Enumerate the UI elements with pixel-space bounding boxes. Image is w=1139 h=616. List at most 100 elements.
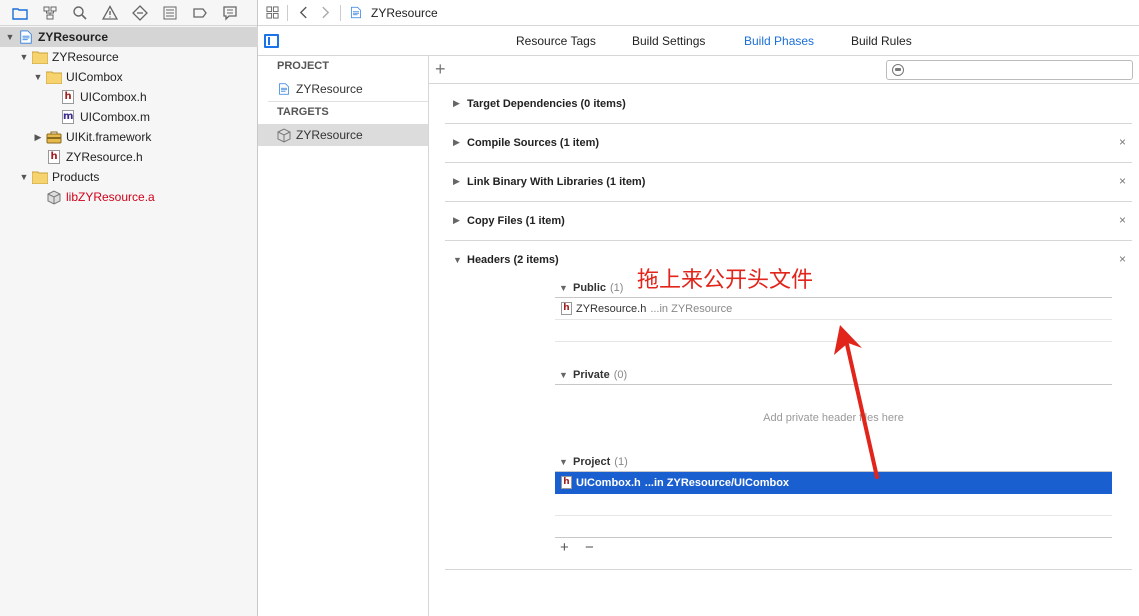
phase-title: Target Dependencies (0 items) (467, 97, 626, 110)
folder-icon[interactable] (6, 2, 33, 24)
navigator-toolbar (0, 0, 257, 26)
tab-build-rules[interactable]: Build Rules (851, 34, 912, 48)
tab-build-settings[interactable]: Build Settings (632, 34, 705, 48)
tree-item-label: ZYResource.h (66, 150, 143, 164)
delete-phase-icon[interactable]: × (1119, 213, 1126, 227)
disclosure-expanded-icon[interactable]: ▼ (559, 370, 573, 380)
disclosure-expanded-icon[interactable]: ▼ (4, 31, 16, 43)
forward-chevron-icon[interactable] (314, 2, 336, 24)
delete-phase-icon[interactable]: × (1119, 252, 1126, 266)
library-target-icon (276, 127, 292, 143)
disclosure-collapsed-icon[interactable]: ▶ (453, 215, 467, 226)
phase-title: Headers (2 items) (467, 253, 559, 266)
phase-header[interactable]: ▶ Link Binary With Libraries (1 item) × (445, 162, 1132, 201)
warning-icon[interactable] (96, 2, 123, 24)
disclosure-expanded-icon[interactable]: ▼ (453, 255, 467, 265)
tree-item-label: Products (52, 170, 100, 184)
empty-row (555, 342, 1112, 364)
phase-header[interactable]: ▶ Target Dependencies (0 items) (445, 84, 1132, 123)
header-file-icon: h (46, 149, 62, 165)
tab-build-phases[interactable]: Build Phases (744, 34, 814, 48)
disclosure-expanded-icon[interactable]: ▼ (18, 51, 30, 63)
show-targets-toggle-icon[interactable] (264, 34, 279, 48)
phase-title: Link Binary With Libraries (1 item) (467, 175, 646, 188)
empty-row (555, 494, 1112, 516)
target-item[interactable]: ZYResource (258, 124, 428, 146)
separator (287, 4, 288, 21)
debug-icon[interactable] (156, 2, 183, 24)
subsection-title: Project (573, 455, 611, 468)
project-item-label: ZYResource (296, 82, 363, 96)
phase-target-dependencies: ▶ Target Dependencies (0 items) (445, 84, 1132, 124)
phase-header[interactable]: ▶ Compile Sources (1 item) × (445, 123, 1132, 162)
divider (268, 101, 428, 102)
target-item-label: ZYResource (296, 128, 363, 142)
header-file-name: UICombox.h (576, 476, 641, 489)
tree-item-label: libZYResource.a (66, 190, 155, 204)
disclosure-expanded-icon[interactable]: ▼ (559, 283, 573, 293)
tab-resource-tags[interactable]: Resource Tags (516, 34, 596, 48)
search-icon[interactable] (66, 2, 93, 24)
tree-item-framework[interactable]: ▶ UIKit.framework (0, 127, 258, 147)
disclosure-collapsed-icon[interactable]: ▶ (453, 137, 467, 148)
tree-item-file[interactable]: h ZYResource.h (0, 147, 258, 167)
disclosure-collapsed-icon[interactable]: ▶ (453, 98, 467, 109)
header-file-row[interactable]: h UICombox.h ...in ZYResource/UICombox (555, 472, 1112, 494)
jump-bar-title[interactable]: ZYResource (371, 6, 438, 20)
project-item[interactable]: ZYResource (258, 78, 428, 100)
project-icon (276, 81, 292, 97)
tree-item-file[interactable]: m UICombox.m (0, 107, 258, 127)
phase-header[interactable]: ▶ Copy Files (1 item) × (445, 201, 1132, 240)
separator (340, 4, 341, 21)
project-icon (18, 29, 34, 45)
phase-title: Compile Sources (1 item) (467, 136, 600, 149)
tree-item-label: UICombox (66, 70, 123, 84)
add-build-phase-button[interactable]: + (435, 59, 446, 80)
disclosure-expanded-icon[interactable]: ▼ (18, 171, 30, 183)
empty-row (555, 516, 1112, 538)
editor-tabs-bar: Resource Tags Build Settings Build Phase… (258, 26, 1139, 56)
header-file-name: ZYResource.h (576, 302, 647, 315)
tree-item-product[interactable]: libZYResource.a (0, 187, 258, 207)
source-file-icon: m (62, 110, 74, 124)
filter-input[interactable] (886, 60, 1133, 80)
add-remove-controls: + − (560, 539, 1117, 556)
disclosure-expanded-icon[interactable]: ▼ (559, 457, 573, 467)
report-icon[interactable] (216, 2, 243, 24)
test-icon[interactable] (126, 2, 153, 24)
header-file-row[interactable]: h ZYResource.h ...in ZYResource (555, 298, 1112, 320)
remove-header-button[interactable]: − (585, 539, 594, 556)
tree-item-group[interactable]: ▼ Products (0, 167, 258, 187)
breakpoint-icon[interactable] (186, 2, 213, 24)
tree-item-file[interactable]: h UICombox.h (0, 87, 258, 107)
header-file-icon: h (60, 89, 76, 105)
subsection-header[interactable]: ▼ Private (0) (555, 365, 1112, 385)
phase-title: Copy Files (1 item) (467, 214, 565, 227)
tree-item-label: ZYResource (52, 50, 119, 64)
back-chevron-icon[interactable] (292, 2, 314, 24)
jump-bar: ZYResource (258, 0, 1139, 26)
subsection-header[interactable]: ▼ Project (1) (555, 452, 1112, 472)
delete-phase-icon[interactable]: × (1119, 135, 1126, 149)
disclosure-expanded-icon[interactable]: ▼ (32, 71, 44, 83)
subsection-count: (1) (614, 455, 628, 468)
disclosure-collapsed-icon[interactable]: ▶ (32, 131, 44, 143)
empty-row (555, 320, 1112, 342)
phase-compile-sources: ▶ Compile Sources (1 item) × (445, 123, 1132, 163)
tree-item-label: ZYResource (38, 30, 109, 44)
subsection-title: Public (573, 281, 607, 294)
delete-phase-icon[interactable]: × (1119, 174, 1126, 188)
header-file-icon: h (561, 476, 572, 489)
related-items-grid-icon[interactable] (261, 2, 283, 24)
add-header-button[interactable]: + (560, 539, 569, 556)
project-icon (345, 2, 367, 24)
disclosure-collapsed-icon[interactable]: ▶ (453, 176, 467, 187)
tree-item-project[interactable]: ▼ ZYResource (0, 27, 258, 47)
tree-item-group[interactable]: ▼ ZYResource (0, 47, 258, 67)
tree-item-label: UIKit.framework (66, 130, 152, 144)
headers-private-section: ▼ Private (0) Add private header files h… (555, 365, 1112, 451)
subsection-count: (1) (610, 281, 624, 294)
hierarchy-icon[interactable] (36, 2, 63, 24)
tree-item-group[interactable]: ▼ UICombox (0, 67, 258, 87)
annotation-text: 拖上来公开头文件 (637, 268, 814, 293)
